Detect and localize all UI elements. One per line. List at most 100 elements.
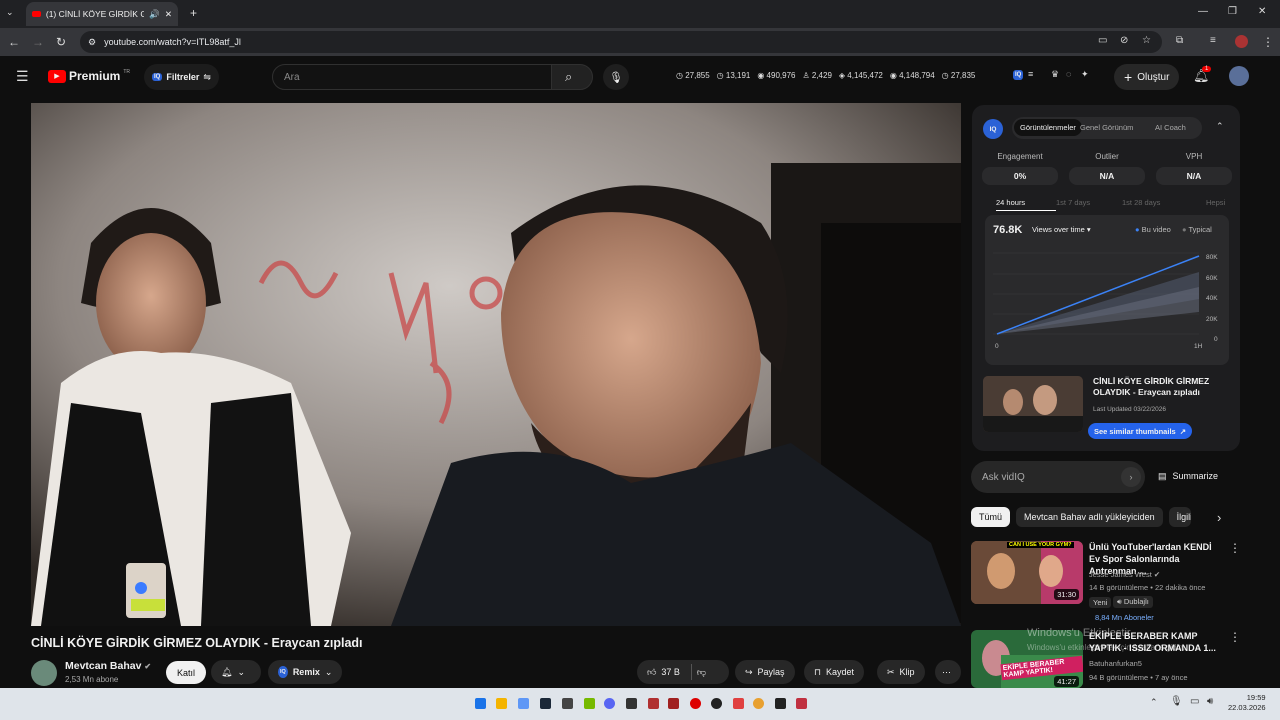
trophy-icon[interactable]: ♛ [1051,69,1059,80]
range-all[interactable]: Hepsi [1206,198,1225,211]
sparkle-icon[interactable]: ✦ [1081,69,1089,80]
stat-6: ◷ 27,835 [941,71,976,80]
collapse-chevron-icon[interactable]: ⌃ [1216,121,1224,132]
metric-label: Outlier [1095,152,1119,161]
tab-list-icon[interactable]: ⌄ [6,7,14,18]
plus-icon: + [1124,69,1133,85]
app-icon[interactable] [668,698,679,709]
legend-label: Bu video [1141,225,1171,234]
start-icon[interactable] [475,698,486,709]
search-input[interactable]: Ara [272,64,552,90]
app-icon[interactable] [796,698,807,709]
range-24h[interactable]: 24 hours [996,198,1056,211]
ask-vidiq-input[interactable]: Ask vidIQ › [971,461,1145,493]
send-arrow-icon[interactable]: › [1121,467,1141,487]
create-button[interactable]: + Oluştur [1114,64,1180,90]
tab-views[interactable]: Görüntülenmeler [1014,119,1082,136]
chat-icon[interactable]: ◌ [1066,69,1071,79]
steam-icon[interactable] [540,698,551,709]
back-icon[interactable]: ← [8,35,20,49]
rec-channel[interactable]: Batuhanfurkan5 [1089,659,1142,668]
see-similar-thumbnails-button[interactable]: See similar thumbnails ↗ [1088,423,1192,439]
search-button[interactable]: ⌕ [551,64,593,90]
recommendation-item[interactable]: CAN I USE YOUR GYM? 31:30 Ünlü YouTuber'… [971,541,1241,622]
close-tab-icon[interactable]: ✕ [165,9,172,20]
explorer-icon[interactable] [496,698,507,709]
stat-value: 27,835 [950,71,976,80]
join-button[interactable]: Katıl [166,661,207,684]
list-icon[interactable]: ≡ [1028,69,1033,79]
bookmark-star-icon[interactable]: ☆ [1142,35,1151,46]
duration-badge: 31:30 [1054,589,1079,600]
rec-thumbnail[interactable]: CAN I USE YOUR GYM? 31:30 [971,541,1083,604]
more-options-icon[interactable]: ⋮ [1229,630,1241,644]
save-button[interactable]: ⊓ Kaydet [804,660,865,684]
chip-all[interactable]: Tümü [971,507,1011,527]
chevron-right-icon[interactable]: › [1217,510,1221,525]
forward-icon[interactable]: → [32,35,44,49]
tab-ai-coach[interactable]: AI Coach [1155,123,1186,132]
microphone-icon[interactable]: 🎙 [603,64,629,90]
chart-select[interactable]: Views over time ▾ [1032,225,1091,234]
maximize-icon[interactable]: ❐ [1228,6,1237,17]
more-options-icon[interactable]: ⋮ [1229,541,1241,555]
store-icon[interactable] [518,698,529,709]
filters-button[interactable]: IQ Filtreler ⇋ [144,64,219,90]
profile-avatar[interactable] [1235,35,1248,48]
monitor-icon[interactable]: ▭ [1190,696,1199,707]
vidiq-icon[interactable]: IQ [1013,70,1024,80]
youtube-logo[interactable]: ▶ Premium TR [48,69,130,83]
chip-related[interactable]: İlgili [1168,507,1191,527]
app-icon[interactable] [733,698,744,709]
new-tab-icon[interactable]: + [190,6,197,20]
clip-button[interactable]: ✂ Klip [877,660,925,684]
summarize-button[interactable]: ▤ Summarize [1158,471,1218,482]
app-icon[interactable] [775,698,786,709]
minimize-icon[interactable]: — [1198,6,1208,17]
tab-overview[interactable]: Genel Görünüm [1080,123,1133,132]
menu-dots-icon[interactable]: ⋮ [1262,35,1274,49]
rec-channel[interactable]: Jesse James West ✔ [1089,570,1160,579]
summarize-label: Summarize [1172,471,1219,481]
notification-bell-button[interactable]: 🔔︎ ⌄ [211,660,261,684]
video-player[interactable] [31,103,961,626]
extensions-icon[interactable]: ⧉ [1176,35,1183,46]
close-window-icon[interactable]: ✕ [1258,6,1266,17]
like-icon[interactable]: 👍︎ [647,667,656,678]
microphone-icon[interactable]: 🎙︎ [1170,696,1183,707]
divider [690,664,692,680]
dislike-icon[interactable]: 👎︎ [697,667,706,678]
reading-list-icon[interactable]: ≡ [1210,35,1216,46]
range-28d[interactable]: 1st 28 days [1122,198,1206,211]
video-thumbnail[interactable] [983,376,1083,432]
chip-uploader[interactable]: Mevtcan Bahav adlı yükleyiciden [1016,507,1163,527]
range-7d[interactable]: 1st 7 days [1056,198,1122,211]
system-clock[interactable]: 19:59 22.03.2026 [1228,693,1266,713]
hamburger-menu-icon[interactable]: ☰ [16,68,29,85]
reload-icon[interactable]: ↻ [56,35,66,49]
tray-chevron-icon[interactable]: ⌃ [1150,697,1158,708]
discord-icon[interactable] [604,698,615,709]
chrome-icon[interactable] [753,698,764,709]
browser-tab[interactable]: (1) CİNLİ KÖYE GİRDİK GİRMEZ OLAYDIK - E… [26,2,178,26]
channel-avatar[interactable] [31,660,57,686]
avatar[interactable] [1229,66,1249,86]
cast-icon[interactable]: ▭ [1098,35,1107,46]
app-icon[interactable] [626,698,637,709]
address-bar[interactable]: ⚙ youtube.com/watch?v=ITL98atf_Jl [80,31,1162,53]
speaker-icon[interactable]: 🔊 [149,9,160,20]
more-actions-button[interactable]: ⋯ [935,660,961,684]
nvidia-icon[interactable] [584,698,595,709]
channel-name[interactable]: Mevtcan Bahav ✔ [65,660,151,672]
app-icon[interactable] [648,698,659,709]
app-icon[interactable] [711,698,722,709]
hide-icon[interactable]: ⊘ [1120,35,1128,46]
app-icon[interactable] [562,698,573,709]
clip-label: Klip [899,667,915,677]
volume-icon[interactable]: 🔊︎ [1207,696,1213,707]
remix-button[interactable]: IQ Remix ⌄ [268,660,343,684]
site-info-icon[interactable]: ⚙ [88,37,96,48]
stat-1: ◷ 13,191 [716,71,751,80]
record-icon[interactable] [690,698,701,709]
share-button[interactable]: ↪ Paylaş [735,660,795,684]
